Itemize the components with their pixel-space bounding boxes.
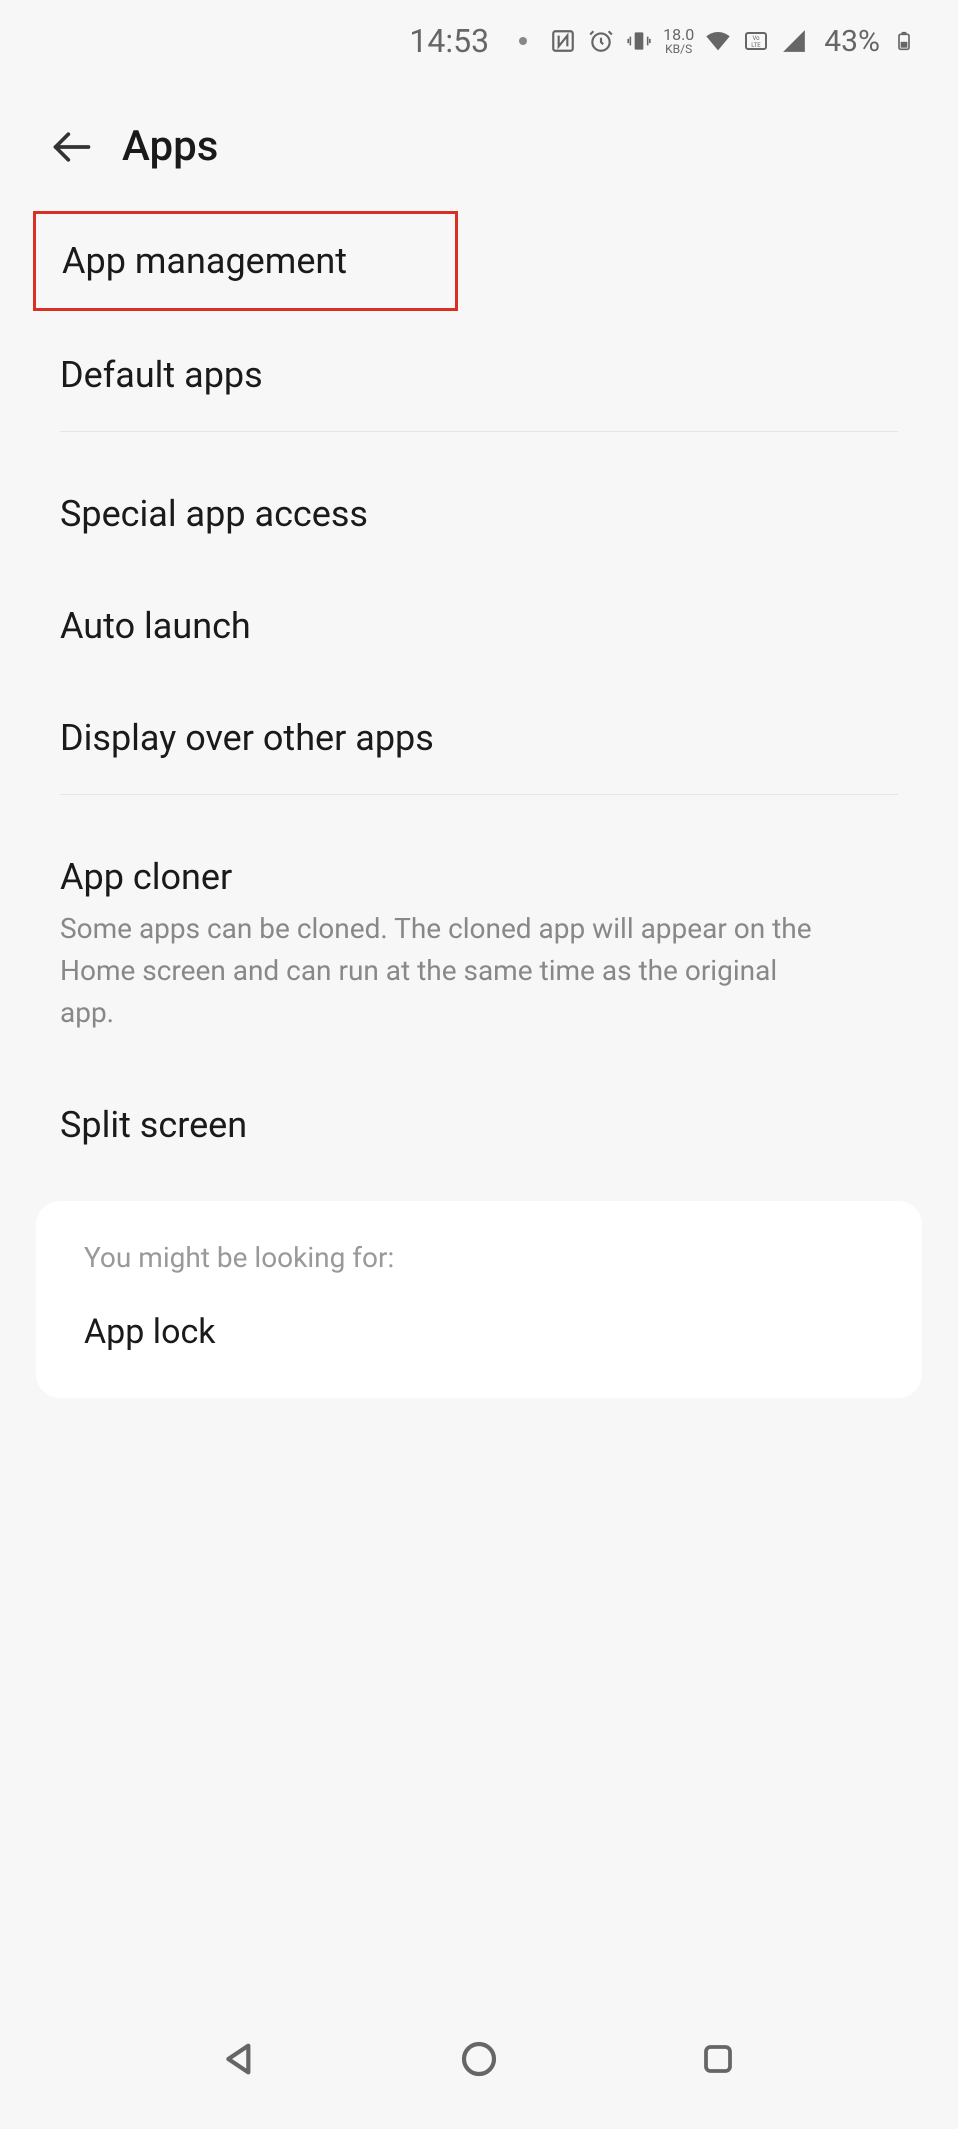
split-screen-item[interactable]: Split screen (0, 1069, 958, 1181)
app-management-item[interactable]: App management (33, 211, 458, 311)
suggestion-header: You might be looking for: (84, 1241, 874, 1274)
battery-percentage: 43% (824, 24, 880, 59)
list-item-label: Default apps (60, 354, 898, 396)
settings-group-3: App cloner Some apps can be cloned. The … (0, 821, 958, 1181)
status-icons-group: 18.0 KB/S Vo LTE 43% (549, 24, 918, 59)
display-over-other-apps-item[interactable]: Display over other apps (0, 682, 958, 794)
list-item-label: App cloner (60, 856, 898, 898)
special-app-access-item[interactable]: Special app access (0, 458, 958, 570)
nfc-icon (549, 27, 577, 55)
divider (60, 794, 898, 795)
default-apps-item[interactable]: Default apps (0, 319, 958, 431)
alarm-icon (587, 27, 615, 55)
app-lock-suggestion[interactable]: App lock (84, 1312, 874, 1352)
suggestion-card: You might be looking for: App lock (36, 1201, 922, 1398)
back-button[interactable] (50, 125, 94, 169)
list-item-label: Special app access (60, 493, 898, 535)
data-rate-indicator: 18.0 KB/S (663, 27, 694, 55)
svg-text:Vo: Vo (753, 35, 761, 42)
auto-launch-item[interactable]: Auto launch (0, 570, 958, 682)
svg-text:LTE: LTE (752, 42, 762, 49)
recent-nav-button[interactable] (693, 2034, 743, 2084)
battery-icon (890, 27, 918, 55)
settings-group-1: App management Default apps (0, 211, 958, 431)
vibrate-icon (625, 27, 653, 55)
signal-icon (780, 27, 808, 55)
divider (60, 431, 898, 432)
list-item-subtitle: Some apps can be cloned. The cloned app … (60, 908, 898, 1034)
content: App management Default apps Special app … (0, 211, 958, 1398)
back-nav-button[interactable] (215, 2034, 265, 2084)
status-time: 14:53 (409, 22, 489, 60)
page-title: Apps (122, 122, 218, 171)
navigation-bar (0, 2009, 958, 2129)
settings-group-2: Special app access Auto launch Display o… (0, 458, 958, 794)
list-item-label: App management (62, 240, 429, 282)
list-item-label: Auto launch (60, 605, 898, 647)
status-bar: 14:53 18.0 KB/S (0, 0, 958, 82)
app-cloner-item[interactable]: App cloner Some apps can be cloned. The … (0, 821, 958, 1069)
home-nav-button[interactable] (454, 2034, 504, 2084)
wifi-icon (704, 27, 732, 55)
header: Apps (0, 82, 958, 201)
volte-icon: Vo LTE (742, 27, 770, 55)
list-item-label: Split screen (60, 1104, 898, 1146)
list-item-label: Display over other apps (60, 717, 898, 759)
status-separator-dot (519, 37, 527, 45)
